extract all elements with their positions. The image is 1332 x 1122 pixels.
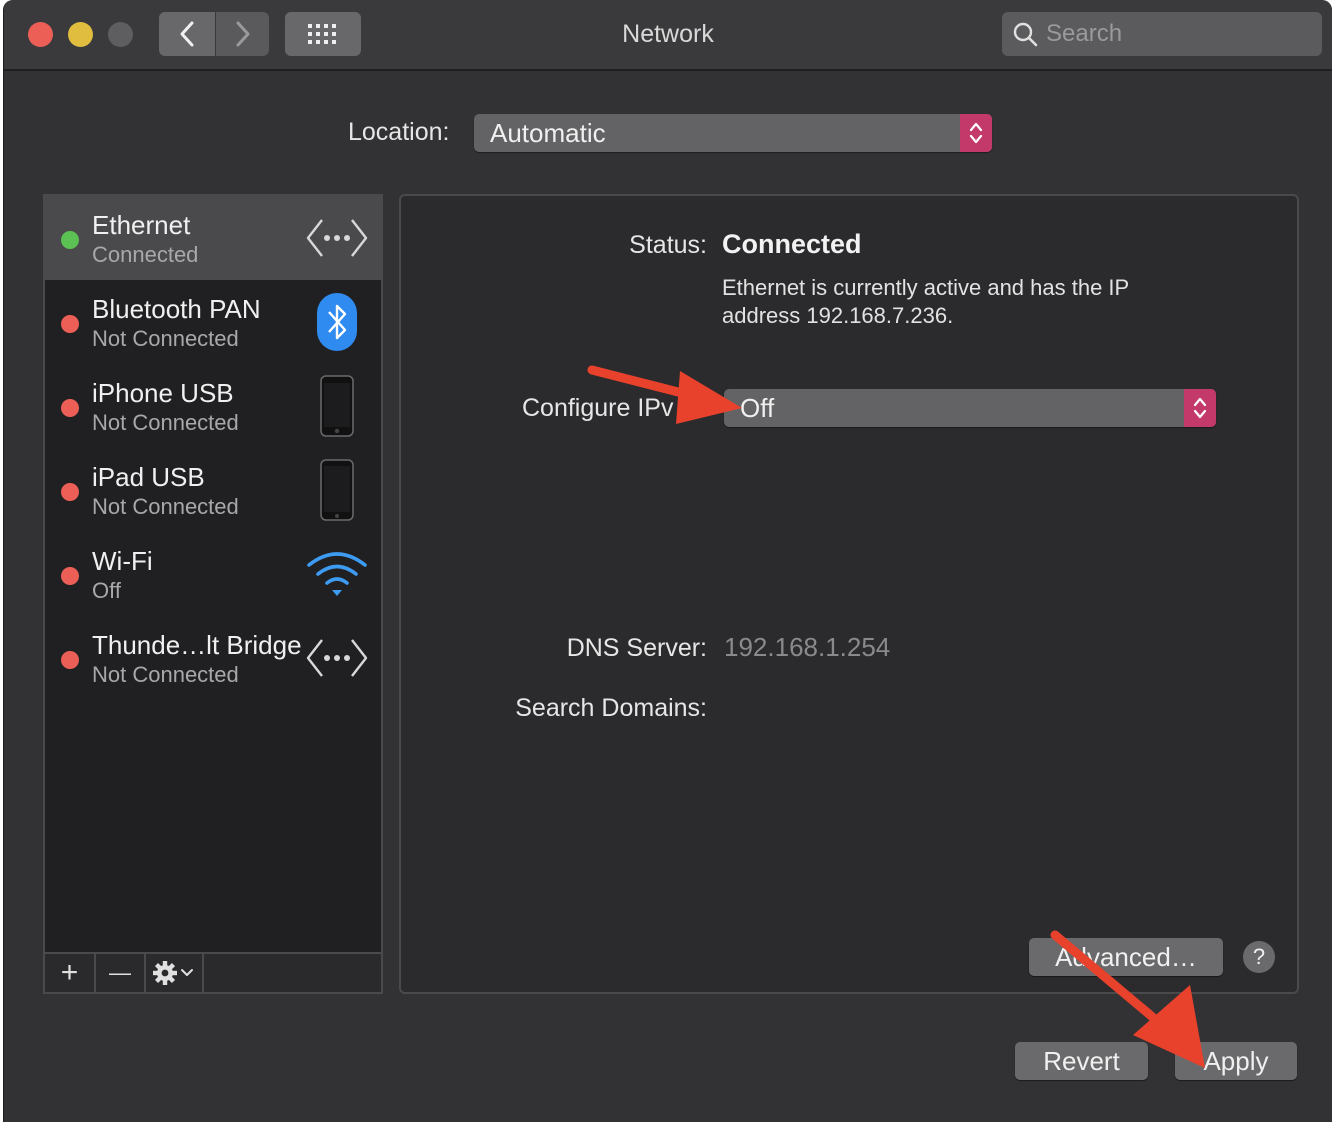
service-item-wifi[interactable]: Wi-Fi Off	[45, 532, 381, 616]
status-indicator	[61, 651, 79, 669]
service-item-thunderbolt-bridge[interactable]: Thunde…lt Bridge Not Connected	[45, 616, 381, 700]
ethernet-icon	[305, 626, 369, 690]
apply-button[interactable]: Apply	[1175, 1042, 1297, 1080]
service-list: Ethernet Connected Bluetooth PAN Not Con…	[43, 194, 383, 994]
service-name: Wi-Fi	[92, 546, 153, 576]
ethernet-icon	[305, 206, 369, 270]
service-item-bluetooth-pan[interactable]: Bluetooth PAN Not Connected	[45, 280, 381, 364]
add-service-button[interactable]: +	[45, 954, 96, 992]
service-state: Off	[92, 578, 121, 603]
title-bar: Network	[4, 0, 1332, 71]
gear-icon	[153, 961, 193, 985]
remove-service-button[interactable]: —	[96, 954, 146, 992]
service-detail-pane: Status: Connected Ethernet is currently …	[399, 194, 1299, 994]
service-state: Not Connected	[92, 662, 239, 687]
service-name: iPhone USB	[92, 378, 234, 408]
status-value: Connected	[722, 229, 862, 259]
configure-ipv6-stepper[interactable]	[1184, 389, 1216, 427]
location-value: Automatic	[490, 117, 606, 148]
wifi-icon	[305, 542, 369, 606]
service-name: Thunde…lt Bridge	[92, 630, 302, 660]
status-indicator	[61, 315, 79, 333]
status-description: Ethernet is currently active and has the…	[722, 275, 1129, 328]
search-input[interactable]	[1046, 20, 1306, 48]
revert-button[interactable]: Revert	[1015, 1042, 1148, 1080]
service-name: Ethernet	[92, 210, 191, 240]
configure-ipv6-value: Off	[740, 392, 775, 423]
location-popup[interactable]: Automatic	[474, 114, 992, 152]
up-down-chevron-icon	[1193, 397, 1207, 419]
service-item-ipad-usb[interactable]: iPad USB Not Connected	[45, 448, 381, 532]
search-icon	[1013, 22, 1038, 47]
dns-server-value: 192.168.1.254	[724, 632, 891, 662]
service-list-toolbar: + —	[45, 952, 381, 992]
service-state: Not Connected	[92, 410, 239, 435]
status-label: Status:	[629, 231, 707, 259]
dns-server-label: DNS Server:	[566, 634, 707, 662]
service-item-ethernet[interactable]: Ethernet Connected	[45, 196, 381, 280]
configure-ipv6-popup[interactable]: Off	[724, 389, 1216, 427]
action-menu-button[interactable]	[146, 954, 204, 992]
up-down-chevron-icon	[969, 122, 983, 144]
service-state: Connected	[92, 242, 199, 267]
status-indicator	[61, 231, 79, 249]
status-indicator	[61, 483, 79, 501]
location-stepper[interactable]	[960, 114, 992, 152]
service-name: Bluetooth PAN	[92, 294, 261, 324]
service-item-iphone-usb[interactable]: iPhone USB Not Connected	[45, 364, 381, 448]
location-label: Location:	[348, 118, 450, 146]
configure-ipv6-label: Configure IPv	[522, 394, 674, 422]
service-state: Not Connected	[92, 326, 239, 351]
search-field[interactable]	[1002, 12, 1322, 56]
advanced-button[interactable]: Advanced…	[1029, 938, 1223, 976]
iphone-icon	[305, 374, 369, 438]
service-name: iPad USB	[92, 462, 205, 492]
search-domains-label: Search Domains:	[515, 694, 707, 722]
service-state: Not Connected	[92, 494, 239, 519]
ipad-icon	[305, 458, 369, 522]
status-indicator	[61, 399, 79, 417]
network-preferences-window: Network Location: Automatic Ethernet Con…	[3, 0, 1332, 1122]
bluetooth-icon	[305, 290, 369, 354]
help-button[interactable]: ?	[1243, 941, 1275, 973]
status-indicator	[61, 567, 79, 585]
